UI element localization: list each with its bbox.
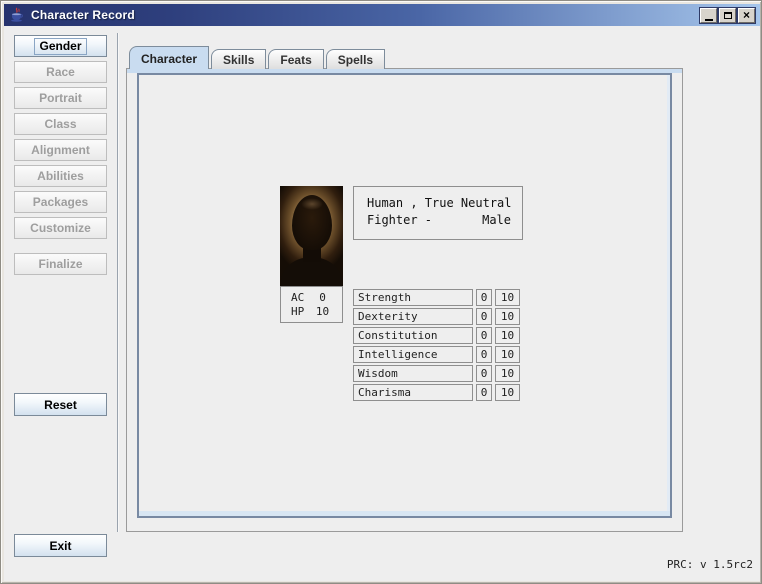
combat-stats-box: AC 0 HP 10 (280, 286, 343, 323)
alignment-button-label: Alignment (31, 143, 90, 157)
ability-mod-dexterity: 0 (476, 308, 492, 325)
customize-button[interactable]: Customize (14, 217, 107, 239)
minimize-button[interactable] (700, 8, 717, 23)
tab-character[interactable]: Character (129, 46, 209, 69)
ability-score-constitution: 10 (495, 327, 520, 344)
gender-button-label: Gender (34, 38, 86, 55)
minimize-icon (705, 19, 713, 21)
java-coffee-icon (9, 7, 25, 23)
reset-button-label: Reset (44, 398, 77, 412)
close-button[interactable]: × (738, 8, 755, 23)
ability-mod-wisdom: 0 (476, 365, 492, 382)
ability-name-charisma: Charisma (353, 384, 473, 401)
ability-name-wisdom: Wisdom (353, 365, 473, 382)
gender-button[interactable]: Gender (14, 35, 107, 57)
tab-spells[interactable]: Spells (326, 49, 385, 69)
tab-bar: Character Skills Feats Spells (129, 47, 387, 69)
version-label: PRC: v 1.5rc2 (667, 558, 753, 571)
ac-row: AC 0 (281, 291, 342, 305)
maximize-button[interactable] (719, 8, 736, 23)
reset-button[interactable]: Reset (14, 393, 107, 416)
ability-score-wisdom: 10 (495, 365, 520, 382)
gender-text: Male (482, 213, 511, 227)
ability-score-intelligence: 10 (495, 346, 520, 363)
ability-mod-strength: 0 (476, 289, 492, 306)
abilities-button-label: Abilities (37, 169, 84, 183)
customize-button-label: Customize (30, 221, 91, 235)
exit-button[interactable]: Exit (14, 534, 107, 557)
portrait-head (292, 195, 332, 250)
hp-value: 10 (311, 305, 334, 319)
packages-button-label: Packages (33, 195, 88, 209)
finalize-button-label: Finalize (38, 257, 82, 271)
class-button[interactable]: Class (14, 113, 107, 135)
hp-label: HP (291, 305, 311, 319)
abilities-button[interactable]: Abilities (14, 165, 107, 187)
panel-bottom-accent (139, 511, 670, 516)
window-title: Character Record (31, 8, 135, 22)
ability-name-dexterity: Dexterity (353, 308, 473, 325)
character-summary-box: Human , True Neutral Fighter - Male (353, 186, 523, 240)
panel-right-accent (667, 75, 670, 511)
ability-name-strength: Strength (353, 289, 473, 306)
portrait-button[interactable]: Portrait (14, 87, 107, 109)
ac-value: 0 (311, 291, 334, 305)
hp-row: HP 10 (281, 305, 342, 319)
packages-button[interactable]: Packages (14, 191, 107, 213)
close-icon: × (743, 10, 750, 20)
race-alignment-text: Human , True Neutral (367, 196, 511, 210)
ability-score-charisma: 10 (495, 384, 520, 401)
exit-button-label: Exit (49, 539, 71, 553)
ability-score-dexterity: 10 (495, 308, 520, 325)
ability-name-constitution: Constitution (353, 327, 473, 344)
ability-score-strength: 10 (495, 289, 520, 306)
race-button[interactable]: Race (14, 61, 107, 83)
alignment-button[interactable]: Alignment (14, 139, 107, 161)
character-portrait (280, 186, 343, 286)
race-button-label: Race (46, 65, 75, 79)
ability-name-intelligence: Intelligence (353, 346, 473, 363)
sidebar-divider (117, 33, 119, 532)
tab-feats[interactable]: Feats (268, 49, 323, 69)
tab-skills[interactable]: Skills (211, 49, 266, 69)
window-controls: × (700, 8, 755, 23)
title-bar[interactable]: Character Record × (4, 4, 760, 26)
ac-label: AC (291, 291, 311, 305)
ability-mod-intelligence: 0 (476, 346, 492, 363)
class-button-label: Class (44, 117, 76, 131)
portrait-button-label: Portrait (39, 91, 82, 105)
class-text: Fighter - (367, 213, 432, 227)
class-gender-line: Fighter - Male (367, 213, 511, 227)
maximize-icon (724, 12, 732, 19)
ability-mod-charisma: 0 (476, 384, 492, 401)
finalize-button[interactable]: Finalize (14, 253, 107, 275)
ability-mod-constitution: 0 (476, 327, 492, 344)
character-record-window: Character Record × Gender Race Portrait … (0, 0, 762, 584)
